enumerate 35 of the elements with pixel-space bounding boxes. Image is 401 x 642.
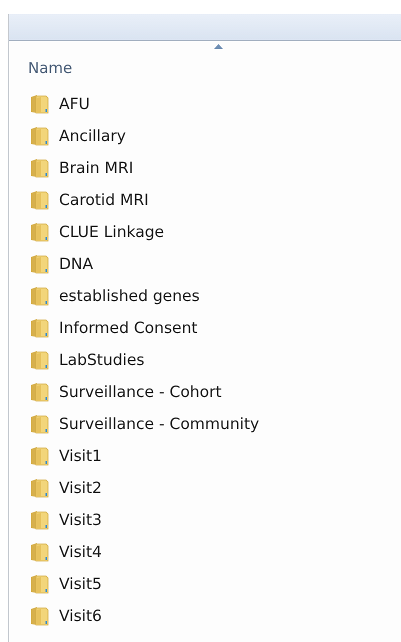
folder-name[interactable]: DNA <box>59 255 94 273</box>
folder-icon <box>30 414 49 434</box>
folder-name[interactable]: AFU <box>59 95 90 113</box>
folder-icon <box>30 254 49 274</box>
folder-icon <box>30 222 49 242</box>
folder-name[interactable]: Visit2 <box>59 479 102 497</box>
folder-icon <box>30 158 49 178</box>
folder-icon <box>30 382 49 402</box>
folder-name[interactable]: Surveillance - Cohort <box>59 383 222 401</box>
folder-icon <box>30 606 49 626</box>
folder-name[interactable]: Brain MRI <box>59 159 134 177</box>
folder-name[interactable]: Surveillance - Community <box>59 415 260 433</box>
folder-name[interactable]: Visit1 <box>59 447 102 465</box>
folder-name[interactable]: Informed Consent <box>59 319 198 337</box>
folder-icon <box>30 94 49 114</box>
folder-icon <box>30 446 49 466</box>
folder-icon <box>30 318 49 338</box>
folder-name[interactable]: Visit6 <box>59 607 102 625</box>
folder-name[interactable]: LabStudies <box>59 351 144 369</box>
folder-name[interactable]: Carotid MRI <box>59 191 149 209</box>
folder-name[interactable]: Visit3 <box>59 511 102 529</box>
folder-name[interactable]: Ancillary <box>59 127 126 145</box>
folder-icon <box>30 510 49 530</box>
folder-icon <box>30 350 49 370</box>
folder-name[interactable]: established genes <box>59 287 200 305</box>
folder-icon <box>30 126 49 146</box>
folder-icon <box>30 478 49 498</box>
folder-name[interactable]: Visit5 <box>59 575 102 593</box>
folder-icon <box>30 286 49 306</box>
folder-name[interactable]: CLUE Linkage <box>59 223 164 241</box>
folder-icon <box>30 574 49 594</box>
folder-name[interactable]: Visit4 <box>59 543 102 561</box>
folder-icon <box>30 190 49 210</box>
column-header[interactable]: Name <box>28 59 72 77</box>
folder-icon <box>30 542 49 562</box>
